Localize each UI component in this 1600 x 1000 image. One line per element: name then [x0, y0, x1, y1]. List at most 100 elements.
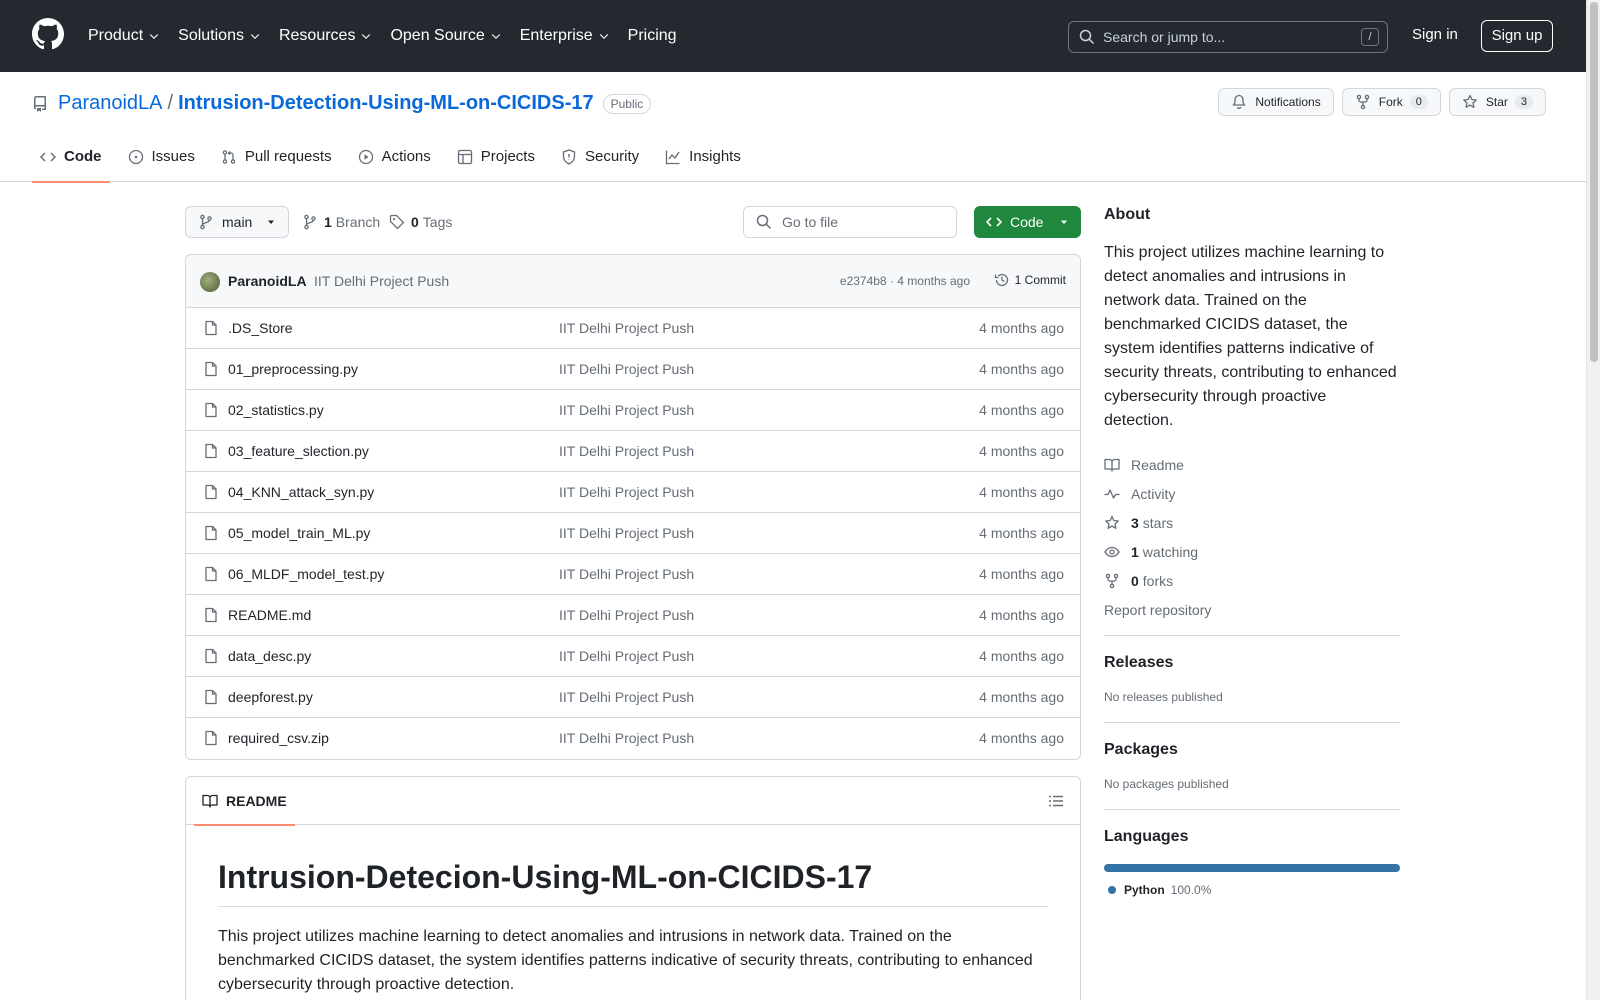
list-unordered-icon[interactable] [1048, 793, 1064, 809]
readme-tab[interactable]: README [194, 777, 295, 826]
readme-link[interactable]: Readme [1104, 450, 1400, 479]
branch-icon [200, 214, 212, 230]
sign-up-button[interactable]: Sign up [1481, 20, 1553, 52]
file-name-link[interactable]: deepforest.py [228, 689, 313, 705]
readme-body: This project utilizes machine learning t… [218, 928, 1033, 993]
about-description: This project utilizes machine learning t… [1104, 244, 1397, 429]
nav-resources[interactable]: Resources [279, 27, 372, 45]
watching-link[interactable]: 1 watching [1104, 537, 1400, 566]
file-icon-wrap [203, 320, 219, 336]
tab-issues[interactable]: Issues [120, 142, 203, 182]
repo-tabs: Code Issues Pull requests Actions Projec… [32, 142, 759, 183]
global-search-input[interactable]: Search or jump to... / [1068, 21, 1388, 53]
commit-history-link[interactable]: 1 Commit [994, 272, 1066, 288]
notifications-button[interactable]: Notifications [1218, 88, 1334, 116]
file-row[interactable]: data_desc.py IIT Delhi Project Push 4 mont… [186, 636, 1080, 677]
history-icon [994, 273, 1008, 287]
activity-link[interactable]: Activity [1104, 479, 1400, 508]
file-commit-message-link[interactable]: IIT Delhi Project Push [559, 484, 694, 500]
file-commit-message-link[interactable]: IIT Delhi Project Push [559, 648, 694, 664]
file-name-link[interactable]: 06_MLDF_model_test.py [228, 566, 384, 582]
stars-link[interactable]: 3 stars [1104, 508, 1400, 537]
file-commit-message-link[interactable]: IIT Delhi Project Push [559, 525, 694, 541]
tags-link[interactable]: 0 Tags [389, 214, 452, 230]
file-commit-age: 4 months ago [979, 730, 1064, 746]
file-name-link[interactable]: README.md [228, 607, 311, 623]
file-commit-message-link[interactable]: IIT Delhi Project Push [559, 607, 694, 623]
commit-author-link[interactable]: ParanoidLA [228, 273, 307, 289]
star-button[interactable]: Star 3 [1448, 88, 1546, 116]
file-row[interactable]: 04_KNN_attack_syn.py IIT Delhi Project Pu… [186, 472, 1080, 513]
file-commit-message-link[interactable]: IIT Delhi Project Push [559, 730, 694, 746]
file-icon-wrap [203, 361, 219, 377]
nav-solutions[interactable]: Solutions [178, 27, 261, 45]
file-commit-message-link[interactable]: IIT Delhi Project Push [559, 689, 694, 705]
code-button-label: Code [1010, 214, 1044, 230]
file-name-link[interactable]: required_csv.zip [228, 730, 329, 746]
branch-selector[interactable]: main [185, 206, 289, 238]
file-commit-message-link[interactable]: IIT Delhi Project Push [559, 443, 694, 459]
file-commit-message-link[interactable]: IIT Delhi Project Push [559, 402, 694, 418]
file-row[interactable]: required_csv.zip IIT Delhi Project Push 4 … [186, 718, 1080, 759]
code-dropdown-button[interactable]: Code [974, 206, 1081, 238]
file-row[interactable]: 05_model_train_ML.py IIT Delhi Project Pu… [186, 513, 1080, 554]
readme-title: Intrusion-Detecion-Using-ML-on-CICIDS-17 [218, 859, 1048, 907]
file-name-link[interactable]: .DS_Store [228, 320, 293, 336]
go-to-file-placeholder: Go to file [782, 214, 839, 230]
file-row[interactable]: README.md IIT Delhi Project Push 4 months … [186, 595, 1080, 636]
file-row[interactable]: 06_MLDF_model_test.py IIT Delhi Project P… [186, 554, 1080, 595]
go-to-file-input[interactable]: Go to file [743, 206, 957, 238]
file-icon-wrap [203, 607, 219, 623]
tab-pull-requests[interactable]: Pull requests [213, 142, 340, 182]
file-commit-message-link[interactable]: IIT Delhi Project Push [559, 566, 694, 582]
nav-label: Open Source [390, 27, 485, 44]
language-color-dot [1108, 886, 1116, 894]
nav-enterprise[interactable]: Enterprise [520, 27, 610, 45]
file-commit-message-link[interactable]: IIT Delhi Project Push [559, 320, 694, 336]
commit-hash-time[interactable]: e2374b8 · 4 months ago [840, 274, 970, 288]
avatar[interactable] [200, 272, 220, 292]
commit-message-link[interactable]: IIT Delhi Project Push [314, 273, 449, 289]
pull-request-icon [222, 150, 236, 164]
file-row[interactable]: 02_statistics.py IIT Delhi Project Push 4 … [186, 390, 1080, 431]
repo-owner-link[interactable]: ParanoidLA [58, 92, 163, 115]
file-name-link[interactable]: 01_preprocessing.py [228, 361, 358, 377]
nav-product[interactable]: Product [88, 27, 160, 45]
file-icon-wrap [203, 689, 219, 705]
nav-open-source[interactable]: Open Source [390, 27, 501, 45]
file-name-link[interactable]: 02_statistics.py [228, 402, 324, 418]
fork-button[interactable]: Fork 0 [1341, 88, 1441, 116]
file-icon-wrap [203, 648, 219, 664]
tab-label: Insights [689, 148, 741, 165]
search-icon [756, 214, 772, 230]
packages-heading[interactable]: Packages [1104, 741, 1400, 759]
tag-count: 0 [411, 214, 419, 230]
nav-pricing[interactable]: Pricing [628, 27, 677, 45]
star-label: Star [1485, 95, 1508, 109]
file-row[interactable]: 03_feature_slection.py IIT Delhi Project … [186, 431, 1080, 472]
tab-code[interactable]: Code [32, 142, 110, 183]
file-name-link[interactable]: 05_model_train_ML.py [228, 525, 370, 541]
file-row[interactable]: deepforest.py IIT Delhi Project Push 4 mon… [186, 677, 1080, 718]
github-logo-icon[interactable] [32, 18, 64, 50]
file-name-link[interactable]: 04_KNN_attack_syn.py [228, 484, 374, 500]
tab-projects[interactable]: Projects [449, 142, 543, 182]
file-name-link[interactable]: data_desc.py [228, 648, 311, 664]
report-repository-link[interactable]: Report repository [1104, 595, 1400, 624]
vertical-scrollbar[interactable] [1586, 0, 1600, 1000]
forks-link[interactable]: 0 forks [1104, 566, 1400, 595]
repo-name-link[interactable]: Intrusion-Detection-Using-ML-on-CICIDS-1… [178, 92, 594, 115]
language-item-python[interactable]: Python 100.0% [1104, 883, 1400, 897]
tab-actions[interactable]: Actions [350, 142, 439, 182]
file-row[interactable]: 01_preprocessing.py IIT Delhi Project Pus… [186, 349, 1080, 390]
tab-insights[interactable]: Insights [657, 142, 749, 182]
branches-link[interactable]: 1 Branch [302, 214, 380, 230]
tab-security[interactable]: Security [553, 142, 647, 182]
file-commit-message-link[interactable]: IIT Delhi Project Push [559, 361, 694, 377]
releases-heading[interactable]: Releases [1104, 654, 1400, 672]
nav-label: Product [88, 27, 144, 44]
file-row[interactable]: .DS_Store IIT Delhi Project Push 4 months … [186, 308, 1080, 349]
file-name-link[interactable]: 03_feature_slection.py [228, 443, 369, 459]
sign-in-link[interactable]: Sign in [1412, 26, 1458, 43]
scrollbar-thumb[interactable] [1590, 2, 1598, 362]
